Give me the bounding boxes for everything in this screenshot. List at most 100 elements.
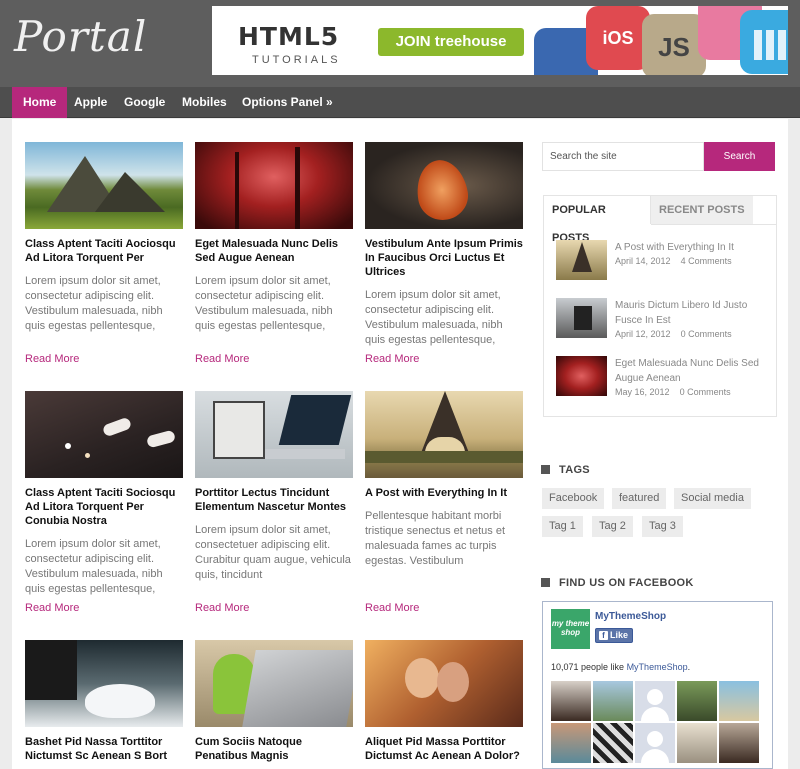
facebook-icon: f (599, 631, 608, 640)
post-excerpt: Pellentesque habitant morbi tristique se… (365, 510, 506, 567)
main-nav: Home Apple Google Mobiles Options Panel … (0, 87, 800, 118)
tag-link[interactable]: Facebook (542, 488, 605, 509)
post-title[interactable]: Class Aptent Taciti Sociosqu Ad Litora T… (25, 486, 183, 528)
facebook-page-name[interactable]: MyThemeShop (595, 611, 666, 622)
popular-posts-widget: POPULAR POSTS RECENT POSTS A Post with E… (543, 195, 777, 417)
fan-avatar[interactable] (677, 681, 717, 721)
post-excerpt: Lorem ipsum dolor sit amet, consectetuer… (195, 524, 351, 581)
popular-post-item: Eget Malesuada Nunc Delis Sed Augue Aene… (556, 356, 771, 402)
post-card: Bashet Pid Nassa Torttitor Nictumst Sc A… (25, 640, 183, 763)
post-card: A Post with Everything In It Pellentesqu… (365, 391, 523, 569)
nav-item-mobiles[interactable]: Mobiles (171, 87, 238, 118)
main-content: Class Aptent Taciti Aociosqu Ad Litora T… (12, 119, 788, 769)
post-title[interactable]: Porttitor Lectus Tincidunt Elementum Nas… (195, 486, 353, 514)
fan-avatar[interactable] (593, 681, 633, 721)
nav-item-home[interactable]: Home (12, 87, 68, 118)
tabs-divider (651, 224, 776, 225)
post-title[interactable]: Aliquet Pid Massa Porttitor Dictumst Ac … (365, 735, 523, 763)
post-thumbnail[interactable] (25, 142, 183, 229)
tag-link[interactable]: featured (612, 488, 667, 509)
banner-badge-ios: iOS (586, 6, 650, 70)
post-excerpt: Lorem ipsum dolor sit amet, consectetur … (25, 538, 163, 595)
popular-post-comments[interactable]: 0 Comments (680, 387, 731, 397)
fan-avatar[interactable] (551, 681, 591, 721)
post-card: Vestibulum Ante Ipsum Primis In Faucibus… (365, 142, 523, 348)
banner-badge-js: JS (642, 14, 706, 75)
site-logo[interactable]: Portal (14, 12, 147, 61)
facebook-heading: FIND US ON FACEBOOK (541, 577, 694, 589)
tag-link[interactable]: Tag 3 (642, 516, 683, 537)
tag-link[interactable]: Tag 1 (542, 516, 583, 537)
square-bullet-icon (541, 465, 550, 474)
search-input[interactable]: Search the site (542, 142, 704, 171)
popular-post-title[interactable]: A Post with Everything In It (615, 240, 775, 255)
popular-post-thumbnail[interactable] (556, 240, 607, 280)
facebook-page-link[interactable]: MyThemeShop (627, 662, 688, 672)
fan-avatar[interactable] (635, 681, 675, 721)
post-thumbnail[interactable] (195, 640, 353, 727)
nav-item-options-panel[interactable]: Options Panel » (231, 87, 344, 118)
banner-badge-grid (740, 10, 788, 74)
facebook-like-box: my theme shop MyThemeShop f Like 10,071 p… (542, 601, 773, 769)
fan-avatar[interactable] (677, 723, 717, 763)
read-more-link[interactable]: Read More (365, 353, 419, 365)
mythemeshop-logo[interactable]: my theme shop (551, 609, 590, 649)
popular-post-comments[interactable]: 0 Comments (681, 329, 732, 339)
post-title[interactable]: Cum Sociis Natoque Penatibus Magnis (195, 735, 353, 763)
read-more-link[interactable]: Read More (195, 353, 249, 365)
popular-post-date: May 16, 2012 (615, 387, 670, 397)
tag-link[interactable]: Tag 2 (592, 516, 633, 537)
read-more-link[interactable]: Read More (365, 602, 419, 614)
post-thumbnail[interactable] (25, 391, 183, 478)
read-more-link[interactable]: Read More (25, 353, 79, 365)
nav-item-apple[interactable]: Apple (63, 87, 118, 118)
popular-post-title[interactable]: Mauris Dictum Libero Id Justo Fusce In E… (615, 298, 775, 328)
banner-title: HTML5 (238, 22, 340, 51)
square-bullet-icon (541, 578, 550, 587)
post-thumbnail[interactable] (195, 142, 353, 229)
post-thumbnail[interactable] (365, 391, 523, 478)
post-thumbnail[interactable] (365, 640, 523, 727)
post-excerpt: Lorem ipsum dolor sit amet, consectetur … (25, 275, 163, 332)
popular-post-date: April 12, 2012 (615, 329, 671, 339)
banner-join-button[interactable]: JOIN treehouse (378, 28, 524, 56)
fan-avatar[interactable] (635, 723, 675, 763)
tab-recent-posts[interactable]: RECENT POSTS (651, 196, 753, 224)
facebook-like-count: 10,071 people like MyThemeShop. (551, 662, 691, 672)
post-title[interactable]: Vestibulum Ante Ipsum Primis In Faucibus… (365, 237, 523, 279)
site-header: Portal HTML5 TUTORIALS JOIN treehouse iO… (0, 0, 800, 87)
popular-post-thumbnail[interactable] (556, 298, 607, 338)
post-thumbnail[interactable] (365, 142, 523, 229)
popular-post-thumbnail[interactable] (556, 356, 607, 396)
post-card: Aliquet Pid Massa Porttitor Dictumst Ac … (365, 640, 523, 763)
post-card: Cum Sociis Natoque Penatibus Magnis (195, 640, 353, 763)
post-title[interactable]: Bashet Pid Nassa Torttitor Nictumst Sc A… (25, 735, 183, 763)
tab-popular-posts[interactable]: POPULAR POSTS (544, 196, 651, 244)
facebook-like-button[interactable]: f Like (595, 628, 633, 643)
popular-post-item: A Post with Everything In It April 14, 2… (556, 240, 771, 286)
post-thumbnail[interactable] (195, 391, 353, 478)
popular-post-meta: April 14, 2012 4 Comments (615, 256, 732, 266)
post-title[interactable]: Class Aptent Taciti Aociosqu Ad Litora T… (25, 237, 183, 265)
fan-avatar[interactable] (719, 723, 759, 763)
tag-link[interactable]: Social media (674, 488, 751, 509)
popular-post-meta: April 12, 2012 0 Comments (615, 329, 732, 339)
post-thumbnail[interactable] (25, 640, 183, 727)
popular-post-item: Mauris Dictum Libero Id Justo Fusce In E… (556, 298, 771, 344)
post-excerpt: Lorem ipsum dolor sit amet, consectetur … (195, 275, 333, 332)
post-card: Eget Malesuada Nunc Delis Sed Augue Aene… (195, 142, 353, 334)
read-more-link[interactable]: Read More (195, 602, 249, 614)
nav-item-google[interactable]: Google (113, 87, 176, 118)
popular-post-comments[interactable]: 4 Comments (681, 256, 732, 266)
read-more-link[interactable]: Read More (25, 602, 79, 614)
post-card: Porttitor Lectus Tincidunt Elementum Nas… (195, 391, 353, 583)
post-title[interactable]: Eget Malesuada Nunc Delis Sed Augue Aene… (195, 237, 353, 265)
banner-ad[interactable]: HTML5 TUTORIALS JOIN treehouse iOS JS (212, 6, 788, 75)
fan-avatar[interactable] (593, 723, 633, 763)
search-button[interactable]: Search (704, 142, 775, 171)
fan-avatar[interactable] (551, 723, 591, 763)
fan-avatar[interactable] (719, 681, 759, 721)
banner-subtitle: TUTORIALS (252, 54, 341, 66)
post-title[interactable]: A Post with Everything In It (365, 486, 523, 500)
popular-post-title[interactable]: Eget Malesuada Nunc Delis Sed Augue Aene… (615, 356, 775, 386)
